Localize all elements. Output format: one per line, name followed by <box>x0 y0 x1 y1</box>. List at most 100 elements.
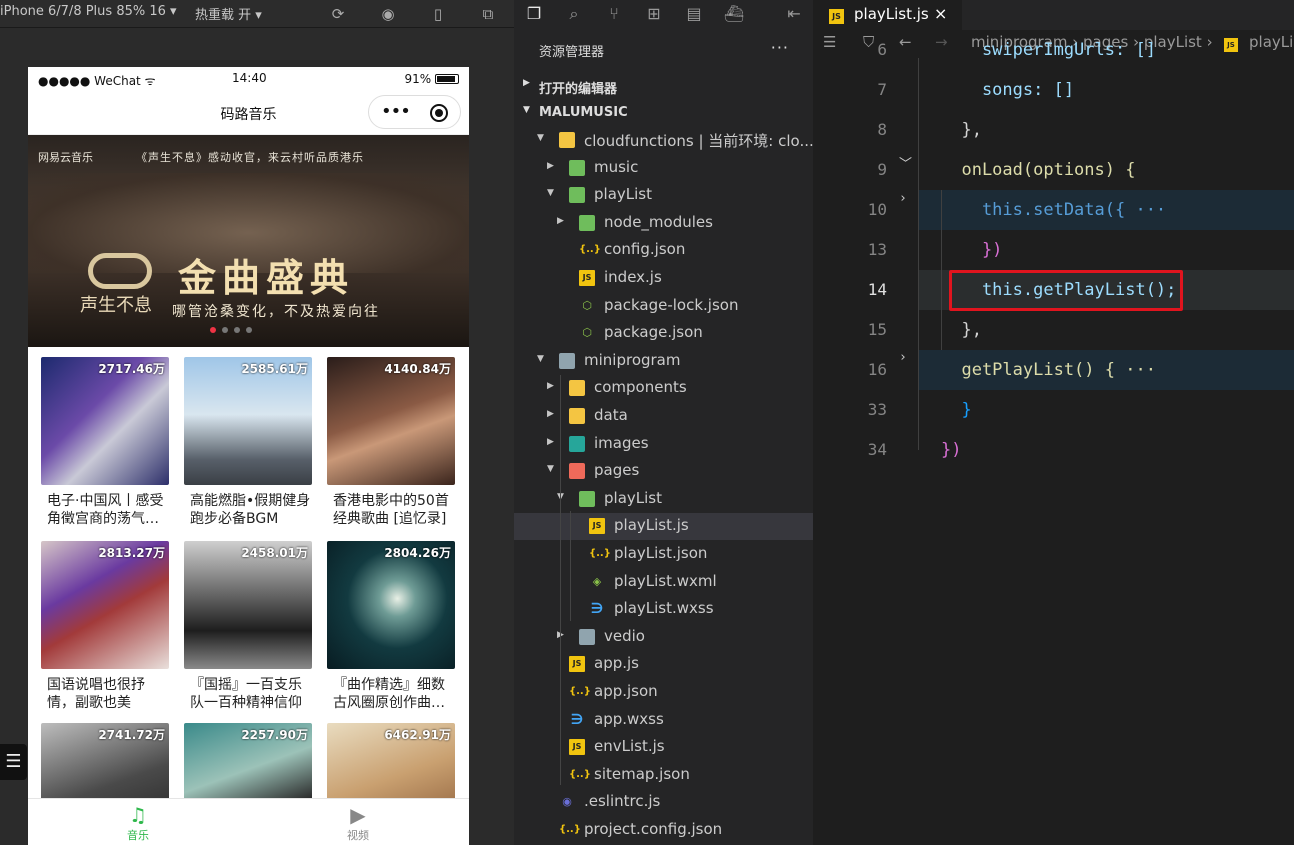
tree-folder[interactable]: ▶vedio <box>514 624 813 651</box>
code-area[interactable]: ﹀ › › 6 swiperImgUrls: [] 7 songs: [] 8 … <box>813 40 1294 845</box>
playlist-card[interactable]: 2458.01万 『国摇』一百支乐队一百种精神信仰 <box>184 541 312 712</box>
indent-guide <box>560 375 561 785</box>
tree-file[interactable]: JS envList.js <box>514 734 813 761</box>
tree-folder[interactable]: ▶ node_modules <box>514 210 813 237</box>
tab-video[interactable]: ▶ 视频 <box>328 803 388 843</box>
chevron-down-icon[interactable]: ▼ <box>547 188 554 198</box>
tree-file[interactable]: {..} sitemap.json <box>514 762 813 789</box>
tree-folder[interactable]: ▼ playList <box>514 182 813 209</box>
chevron-right-icon[interactable]: ▶ <box>547 161 554 171</box>
playlist-card[interactable]: 2717.46万 电子·中国风丨感受角徵宫商的荡气… <box>41 357 169 528</box>
folder-icon <box>579 628 595 645</box>
playlist-card[interactable]: 4140.84万 香港电影中的50首经典歌曲 [追忆录] <box>327 357 455 528</box>
chevron-down-icon[interactable]: ▼ <box>547 464 554 474</box>
chevron-right-icon[interactable]: ▶ <box>547 409 554 419</box>
phone-screen: ●●●●● WeChat ᯤ 14:40 91% 码路音乐 ••• 网易云音乐 … <box>28 67 469 845</box>
tree-file[interactable]: {..} playList.json <box>514 541 813 568</box>
tab-music[interactable]: ♫ 音乐 <box>108 803 168 843</box>
tree-folder[interactable]: ▼ pages <box>514 458 813 485</box>
stop-icon[interactable]: ◉ <box>378 4 398 24</box>
js-file-icon: JS <box>569 656 585 673</box>
tab-playlist-js[interactable]: JS playList.js × <box>813 0 962 30</box>
line-number: 33 <box>867 400 887 419</box>
tree-file[interactable]: ◈ playList.wxml <box>514 569 813 596</box>
list-icon[interactable]: ☰ <box>823 33 836 51</box>
js-file-icon: JS <box>579 270 595 286</box>
tree-item-label: playList <box>594 185 652 204</box>
swiper-dot[interactable] <box>222 327 228 333</box>
tree-folder[interactable]: ▼ miniprogram <box>514 348 813 375</box>
tree-file[interactable]: {..} config.json <box>514 237 813 264</box>
search-icon[interactable]: ⌕ <box>562 2 586 26</box>
tree-file[interactable]: ⬡ package-lock.json <box>514 293 813 320</box>
tree-file[interactable]: {..} project.config.json <box>514 817 813 844</box>
fold-chevron-right-icon[interactable]: › <box>899 350 907 365</box>
hot-reload-toggle[interactable]: 热重载 开 ▾ <box>195 4 262 23</box>
swiper-dot[interactable] <box>246 327 252 333</box>
tree-folder[interactable]: ▶ music <box>514 155 813 182</box>
chevron-right-icon[interactable]: ▶ <box>557 216 564 226</box>
swiper-dots <box>210 327 252 333</box>
line-number: 16 <box>867 360 887 379</box>
playlist-card[interactable]: 2585.61万 高能燃脂•假期健身跑步必备BGM <box>184 357 312 528</box>
tree-item-label: project.config.json <box>584 820 723 838</box>
device-selector[interactable]: iPhone 6/7/8 Plus 85% 16 ▾ <box>0 4 177 19</box>
css-file-icon: ∋ <box>590 601 604 618</box>
close-icon[interactable]: × <box>934 4 947 23</box>
tree-folder[interactable]: ▼playList <box>514 486 813 513</box>
phone-icon[interactable]: ▯ <box>428 4 448 24</box>
signal-indicator: ●●●●● WeChat ᯤ <box>38 74 156 88</box>
tree-file[interactable]: ⬡ package.json <box>514 320 813 347</box>
code-line: }, <box>941 320 982 340</box>
fold-chevron-down-icon[interactable]: ﹀ <box>899 153 912 172</box>
tree-folder[interactable]: ▶ components <box>514 375 813 402</box>
banner-swiper[interactable]: 网易云音乐 《声生不息》感动收官，来云村听品质港乐 金曲盛典 声生不息 哪管沧桑… <box>28 135 469 347</box>
json-file-icon: {..} <box>579 244 601 256</box>
outline-toggle-icon[interactable]: ☰ <box>0 744 27 780</box>
fold-chevron-right-icon[interactable]: › <box>899 191 907 206</box>
files-icon[interactable]: ❐ <box>522 2 546 26</box>
tree-item-label: .eslintrc.js <box>584 792 661 811</box>
playlist-card[interactable]: 2804.26万 『曲作精选』细数古风圈原创作曲… <box>327 541 455 712</box>
tree-item-label: miniprogram <box>584 350 681 369</box>
window-icon[interactable]: ⧉ <box>478 4 498 24</box>
chevron-down-icon[interactable]: ▼ <box>537 133 544 143</box>
docker-icon[interactable]: ⛴ <box>722 2 746 26</box>
explorer-more-button[interactable]: ··· <box>771 38 789 57</box>
more-icon[interactable]: ••• <box>381 101 411 122</box>
storage-icon[interactable]: ▤ <box>682 2 706 26</box>
swiper-dot[interactable] <box>210 327 216 333</box>
tree-file[interactable]: JS playList.js <box>514 513 813 541</box>
tree-file[interactable]: ∋ playList.wxss <box>514 596 813 623</box>
tree-folder[interactable]: ▶ data <box>514 403 813 430</box>
tree-folder[interactable]: ▶ images <box>514 431 813 458</box>
chevron-right-icon[interactable]: ▶ <box>547 381 554 391</box>
open-editors-section[interactable]: ▶ 打开的编辑器 <box>514 74 813 99</box>
nav-bar: 码路音乐 ••• <box>28 91 469 135</box>
back-arrow-icon[interactable]: ← <box>899 33 912 51</box>
close-mini-program-icon[interactable] <box>430 104 448 122</box>
tree-file[interactable]: ∋ app.wxss <box>514 707 813 734</box>
chevron-right-icon[interactable]: ▶ <box>547 437 554 447</box>
breadcrumb-file[interactable]: playLis <box>1249 33 1294 51</box>
line-number: 13 <box>867 240 887 259</box>
extensions-icon[interactable]: ⊞ <box>642 2 666 26</box>
chevron-down-icon: ▼ <box>523 105 530 115</box>
swiper-dot[interactable] <box>234 327 240 333</box>
tree-file[interactable]: ◉ .eslintrc.js <box>514 789 813 816</box>
collapse-panel-icon[interactable]: ⇤ <box>782 2 806 26</box>
indent-guide <box>918 58 919 450</box>
tab-music-label: 音乐 <box>127 829 149 842</box>
chevron-down-icon[interactable]: ▼ <box>537 354 544 364</box>
tree-file[interactable]: JS app.js <box>514 651 813 678</box>
tree-item-label: index.js <box>604 268 662 286</box>
tree-folder[interactable]: ▼ cloudfunctions | 当前环境: clo... <box>514 127 814 154</box>
refresh-icon[interactable]: ⟳ <box>328 4 348 24</box>
playlist-card[interactable]: 2813.27万 国语说唱也很抒情，副歌也美 <box>41 541 169 712</box>
tree-file[interactable]: JS index.js <box>514 265 813 292</box>
source-control-icon[interactable]: ⑂ <box>602 2 626 26</box>
project-section[interactable]: ▼ MALUMUSIC <box>514 101 813 126</box>
explorer-title: 资源管理器 <box>539 45 605 60</box>
tree-file[interactable]: {..} app.json <box>514 679 813 706</box>
menu-capsule[interactable]: ••• <box>368 95 461 129</box>
